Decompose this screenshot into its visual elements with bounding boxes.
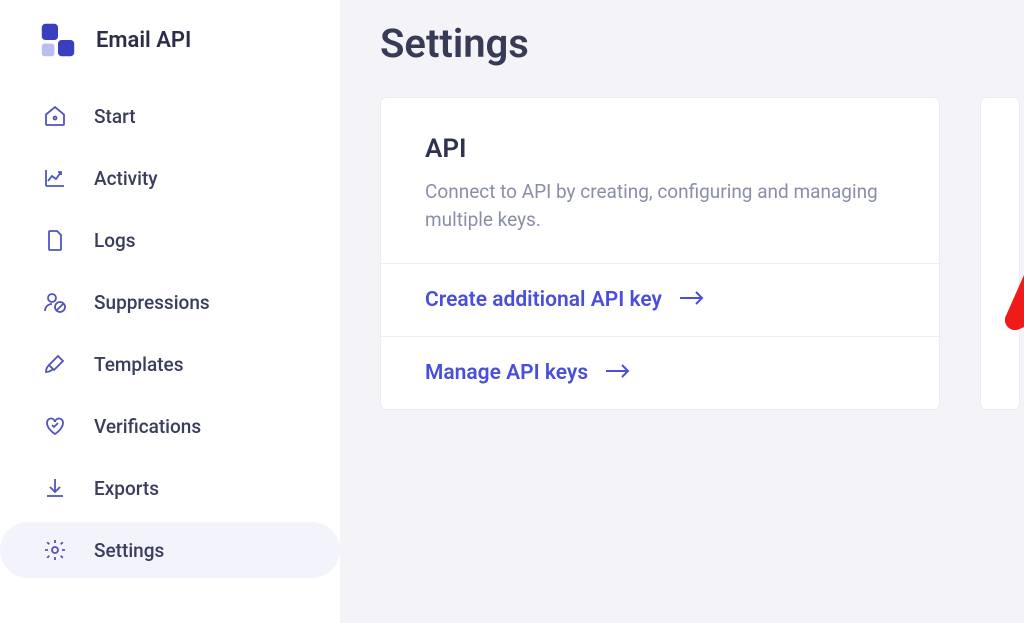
sidebar-item-settings[interactable]: Settings	[0, 522, 340, 578]
activity-icon	[42, 165, 68, 191]
sidebar-item-start[interactable]: Start	[0, 88, 340, 144]
brush-icon	[42, 351, 68, 377]
sidebar-item-exports[interactable]: Exports	[0, 460, 340, 516]
heart-check-icon	[42, 413, 68, 439]
file-icon	[42, 227, 68, 253]
sidebar-header: Email API	[0, 10, 340, 82]
create-api-key-link[interactable]: Create additional API key	[381, 263, 939, 336]
gear-icon	[42, 537, 68, 563]
home-icon	[42, 103, 68, 129]
arrow-right-icon	[678, 290, 706, 310]
api-card-description: Connect to API by creating, configuring …	[425, 178, 895, 233]
sidebar-item-label: Exports	[94, 477, 159, 500]
main-content: Settings API Connect to API by creating,…	[340, 0, 1024, 623]
page-title: Settings	[380, 20, 1024, 67]
sidebar-item-label: Suppressions	[94, 291, 210, 314]
download-icon	[42, 475, 68, 501]
user-block-icon	[42, 289, 68, 315]
api-card-title: API	[425, 134, 895, 164]
sidebar-title: Email API	[96, 28, 191, 53]
api-card-header: API Connect to API by creating, configur…	[381, 98, 939, 263]
sidebar: Email API Start Activity Logs	[0, 0, 340, 623]
sidebar-item-label: Templates	[94, 353, 183, 376]
manage-api-keys-link[interactable]: Manage API keys	[381, 336, 939, 409]
api-card: API Connect to API by creating, configur…	[380, 97, 940, 410]
sidebar-item-label: Start	[94, 105, 136, 128]
settings-cards-row: API Connect to API by creating, configur…	[380, 97, 1024, 410]
sidebar-item-label: Activity	[94, 167, 158, 190]
sidebar-item-label: Verifications	[94, 415, 201, 438]
arrow-right-icon	[604, 363, 632, 383]
create-api-key-label: Create additional API key	[425, 288, 662, 312]
app-logo-icon	[40, 22, 76, 58]
sidebar-item-templates[interactable]: Templates	[0, 336, 340, 392]
sidebar-item-label: Logs	[94, 229, 136, 252]
sidebar-item-verifications[interactable]: Verifications	[0, 398, 340, 454]
sidebar-item-activity[interactable]: Activity	[0, 150, 340, 206]
manage-api-keys-label: Manage API keys	[425, 361, 588, 385]
next-card-peek	[980, 97, 1020, 410]
sidebar-item-label: Settings	[94, 539, 164, 562]
sidebar-item-logs[interactable]: Logs	[0, 212, 340, 268]
sidebar-item-suppressions[interactable]: Suppressions	[0, 274, 340, 330]
